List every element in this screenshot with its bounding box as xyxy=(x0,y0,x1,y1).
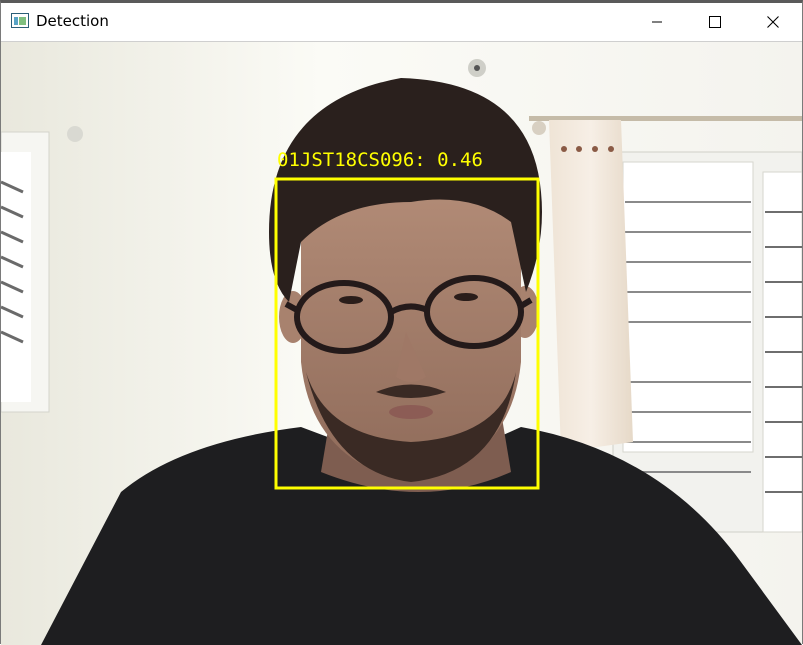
minimize-button[interactable] xyxy=(628,3,686,41)
maximize-icon xyxy=(709,16,721,28)
close-button[interactable] xyxy=(744,3,802,41)
detection-label: 01JST18CS096: 0.46 xyxy=(277,149,483,171)
close-icon xyxy=(767,16,779,28)
left-window xyxy=(1,131,50,413)
opencv-window-icon xyxy=(11,13,29,28)
minimize-icon xyxy=(652,21,662,23)
detection-window: Detection 01JST18CS096: 0.46 xyxy=(0,0,803,645)
webcam-image: 01JST18CS096: 0.46 xyxy=(1,42,802,645)
title-bar[interactable]: Detection xyxy=(1,3,802,41)
curtain xyxy=(549,120,633,452)
camera-frame: 01JST18CS096: 0.46 xyxy=(1,41,802,645)
maximize-button[interactable] xyxy=(686,3,744,41)
window-title: Detection xyxy=(36,12,109,30)
wall-fixture xyxy=(67,126,83,142)
